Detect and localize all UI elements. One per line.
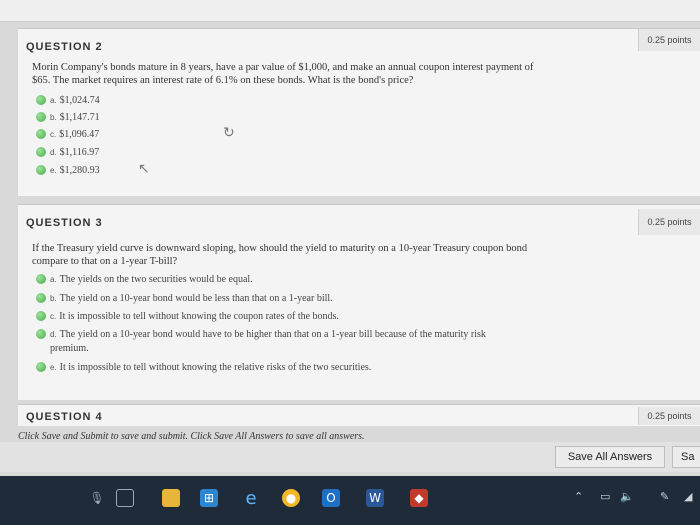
radio-icon[interactable] [36,165,46,175]
radio-icon[interactable] [36,147,46,157]
radio-icon[interactable] [36,329,46,339]
radio-icon[interactable] [36,293,46,303]
option-letter: d. [50,329,57,339]
option-text: $1,096.47 [59,128,100,140]
microphone-icon[interactable]: 🎙 [88,489,106,507]
question-2-text-line2: $65. The market requires an interest rat… [32,75,414,86]
question-4-title: QUESTION 4 [26,411,103,423]
radio-icon[interactable] [36,129,46,139]
option-text: The yield on a 10-year bond would be les… [59,292,333,304]
question-4-points: 0.25 points [638,407,700,425]
edge-icon[interactable]: e [242,488,260,509]
question-2-points: 0.25 points [638,29,700,51]
option-letter: e. [50,362,57,372]
question-3-option-b[interactable]: b. The yield on a 10-year bond would be … [36,291,333,305]
question-3-option-d-continued: premium. [50,341,89,355]
pen-icon[interactable]: ✎ [660,490,669,503]
radio-icon[interactable] [36,95,46,105]
option-letter: c. [50,311,57,321]
radio-icon[interactable] [36,362,46,372]
question-3-option-a[interactable]: a. The yields on the two securities woul… [36,272,253,286]
question-2-title: QUESTION 2 [26,41,103,53]
option-letter: e. [50,165,57,175]
question-2-option-b[interactable]: b. $1,147.71 [36,110,100,124]
question-3-title: QUESTION 3 [26,217,103,229]
option-letter: a. [50,95,57,105]
red-app-icon[interactable]: ◆ [410,489,428,507]
option-text: It is impossible to tell without knowing… [59,361,372,373]
option-letter: d. [50,147,57,157]
question-3-text-line2: compare to that on a 1-year T-bill? [32,256,178,267]
question-2-option-a[interactable]: a. $1,024.74 [36,93,100,107]
radio-icon[interactable] [36,112,46,122]
option-text: $1,024.74 [59,94,100,106]
question-2-panel: QUESTION 2 0.25 points Morin Company's b… [18,28,700,196]
option-letter: b. [50,112,57,122]
volume-icon[interactable]: 🔈 [620,490,634,503]
option-text: It is impossible to tell without knowing… [59,310,339,322]
question-3-panel: QUESTION 3 0.25 points If the Treasury y… [18,204,700,400]
chrome-icon[interactable]: ● [282,489,300,507]
option-letter: c. [50,129,57,139]
question-2-text-line1: Morin Company's bonds mature in 8 years,… [32,62,534,73]
question-3-option-d[interactable]: d. The yield on a 10-year bond would hav… [36,327,486,341]
top-strip [0,0,700,22]
task-view-icon[interactable] [116,489,134,507]
loading-spinner-icon: ↻ [223,125,235,141]
mouse-pointer-icon: ↖ [138,161,150,177]
save-and-submit-button[interactable]: Sa [672,446,700,468]
question-3-text-line1: If the Treasury yield curve is downward … [32,243,528,254]
radio-icon[interactable] [36,311,46,321]
save-all-answers-button[interactable]: Save All Answers [555,446,665,468]
question-4-panel: QUESTION 4 0.25 points [18,404,700,426]
store-icon[interactable]: ⊞ [200,489,218,507]
option-letter: a. [50,274,57,284]
option-text: The yields on the two securities would b… [59,273,253,285]
question-2-option-c[interactable]: c. $1,096.47 [36,127,99,141]
battery-icon[interactable]: ▭ [600,490,610,503]
option-text: premium. [50,342,89,354]
radio-icon[interactable] [36,274,46,284]
question-3-points: 0.25 points [638,209,700,235]
option-letter: b. [50,293,57,303]
file-explorer-icon[interactable] [162,489,180,507]
option-text: $1,116.97 [59,146,100,158]
question-2-option-e[interactable]: e. $1,280.93 [36,163,100,177]
outlook-icon[interactable]: O [322,489,340,507]
question-3-option-c[interactable]: c. It is impossible to tell without know… [36,309,339,323]
question-2-option-d[interactable]: d. $1,116.97 [36,145,99,159]
option-text: $1,280.93 [59,164,100,176]
network-icon[interactable]: ◢ [684,490,692,503]
save-instructions: Click Save and Submit to save and submit… [18,431,365,442]
word-icon[interactable]: W [366,489,384,507]
question-3-option-e[interactable]: e. It is impossible to tell without know… [36,360,371,374]
option-text: The yield on a 10-year bond would have t… [59,328,486,340]
chevron-up-icon[interactable]: ⌃ [574,490,583,503]
option-text: $1,147.71 [59,111,100,123]
